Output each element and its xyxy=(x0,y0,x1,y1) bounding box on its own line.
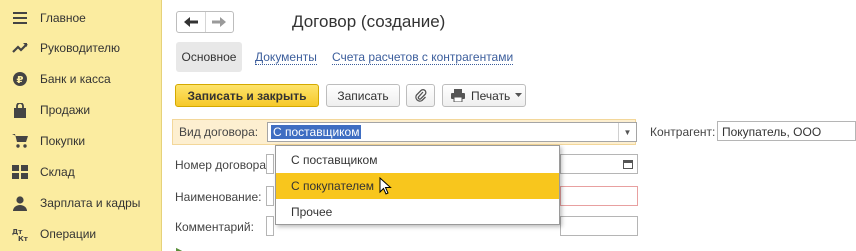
chevron-down-icon[interactable]: ▼ xyxy=(618,123,636,141)
counterparty-value: Покупатель, ООО xyxy=(722,125,822,139)
calendar-icon[interactable] xyxy=(623,159,633,169)
contract-type-dropdown: С поставщиком С покупателем Прочее xyxy=(275,145,560,225)
name-label: Наименование: xyxy=(175,190,262,204)
contract-type-value: С поставщиком xyxy=(271,125,362,139)
option-customer[interactable]: С покупателем xyxy=(276,173,559,199)
option-other[interactable]: Прочее xyxy=(276,199,559,225)
main-area: Договор (создание) Основное Документы Сч… xyxy=(163,0,856,251)
sidebar-item-manager[interactable]: Руководителю xyxy=(0,33,162,63)
sidebar-item-label: Зарплата и кадры xyxy=(40,196,141,210)
comment-field-right[interactable] xyxy=(560,216,638,236)
name-field-right[interactable] xyxy=(560,186,638,206)
tab-accounts[interactable]: Счета расчетов с контрагентами xyxy=(332,51,514,65)
tab-main[interactable]: Основное xyxy=(176,42,242,72)
sidebar-item-operations[interactable]: Дт Кт Операции xyxy=(0,219,162,249)
print-button[interactable]: Печать xyxy=(442,84,526,107)
page-title: Договор (создание) xyxy=(292,12,446,31)
arrow-right-icon xyxy=(212,17,227,27)
chevron-down-icon xyxy=(515,93,523,97)
tab-documents[interactable]: Документы xyxy=(255,51,317,65)
name-field[interactable] xyxy=(266,186,274,206)
back-button[interactable] xyxy=(177,12,205,32)
sidebar-item-purchases[interactable]: Покупки xyxy=(0,126,162,156)
warehouse-icon xyxy=(12,164,28,180)
sidebar-item-label: Руководителю xyxy=(40,41,121,55)
contract-type-label: Вид договора: xyxy=(179,125,259,139)
sidebar-item-label: Главное xyxy=(40,11,86,25)
nav-buttons xyxy=(176,11,234,33)
sidebar-item-sales[interactable]: Продажи xyxy=(0,95,162,125)
contract-number-label: Номер договора: xyxy=(175,158,270,172)
sidebar-item-bank[interactable]: ₽ Банк и касса xyxy=(0,64,162,94)
counterparty-field[interactable]: Покупатель, ООО xyxy=(717,121,856,141)
printer-icon xyxy=(451,89,465,102)
comment-field[interactable] xyxy=(266,216,274,236)
sidebar-item-main[interactable]: Главное xyxy=(0,3,162,33)
sidebar-item-label: Продажи xyxy=(40,103,91,117)
sidebar-item-label: Банк и касса xyxy=(40,72,111,86)
print-label: Печать xyxy=(471,88,511,103)
sidebar-item-label: Покупки xyxy=(40,134,86,148)
cart-icon xyxy=(12,133,28,149)
counterparty-label: Контрагент: xyxy=(650,125,716,139)
sidebar-item-label: Операции xyxy=(40,227,97,241)
bag-icon xyxy=(12,102,28,118)
comment-label: Комментарий: xyxy=(175,220,254,234)
arrow-left-icon xyxy=(183,17,198,27)
svg-text:₽: ₽ xyxy=(17,75,24,86)
contract-number-field[interactable] xyxy=(266,154,274,174)
sidebar: Главное Руководителю ₽ Банк и касса Прод… xyxy=(0,0,162,251)
save-and-close-button[interactable]: Записать и закрыть xyxy=(175,84,319,107)
sidebar-item-warehouse[interactable]: Склад xyxy=(0,157,162,187)
contract-type-select[interactable]: С поставщиком ▼ xyxy=(267,122,637,142)
collapse-group-arrow[interactable]: ▸ xyxy=(176,243,182,251)
coin-icon: ₽ xyxy=(12,71,28,87)
sidebar-item-hr[interactable]: Зарплата и кадры xyxy=(0,188,162,218)
svg-text:Кт: Кт xyxy=(18,235,28,241)
save-button[interactable]: Записать xyxy=(326,84,400,107)
person-icon xyxy=(12,195,28,211)
menu-icon xyxy=(12,10,28,26)
dt-kt-icon: Дт Кт xyxy=(12,226,28,242)
attach-button[interactable] xyxy=(406,84,435,107)
forward-button[interactable] xyxy=(204,12,234,32)
option-supplier[interactable]: С поставщиком xyxy=(276,147,559,173)
contract-date-field[interactable] xyxy=(560,154,638,174)
trend-icon xyxy=(12,40,28,56)
sidebar-item-label: Склад xyxy=(40,165,75,179)
mouse-cursor-icon xyxy=(379,176,392,198)
paperclip-icon xyxy=(414,88,426,102)
